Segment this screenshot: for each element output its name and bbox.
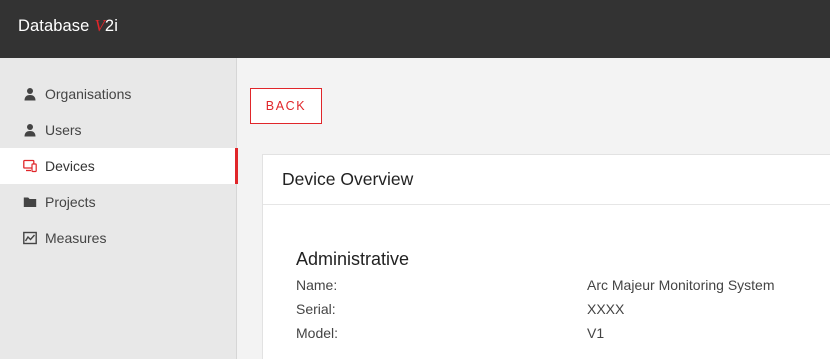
- main-content: BACK Device Overview Administrative Name…: [238, 58, 830, 359]
- card-title: Device Overview: [263, 155, 830, 205]
- user-icon: [22, 87, 37, 102]
- sidebar-item-label: Organisations: [45, 86, 132, 102]
- field-row-model: Model: V1: [296, 325, 830, 345]
- field-row-name: Name: Arc Majeur Monitoring System: [296, 277, 830, 297]
- sidebar-item-label: Users: [45, 122, 82, 138]
- app-title-main: Database: [18, 17, 90, 35]
- section-title-administrative: Administrative: [296, 249, 410, 269]
- sidebar-item-devices[interactable]: Devices: [0, 148, 238, 184]
- field-value: XXXX: [587, 301, 625, 317]
- back-button[interactable]: BACK: [250, 88, 322, 124]
- user-icon: [22, 123, 37, 138]
- folder-icon: [22, 195, 37, 210]
- field-value: Arc Majeur Monitoring System: [587, 277, 775, 293]
- sidebar-item-measures[interactable]: Measures: [0, 220, 237, 256]
- field-label: Model:: [296, 325, 339, 341]
- app-title-suffix: 2i: [104, 17, 118, 35]
- app-title-v: V: [94, 16, 105, 35]
- devices-icon: [22, 159, 37, 174]
- field-row-serial: Serial: XXXX: [296, 301, 830, 321]
- sidebar: Organisations Users Devices Projects Mea…: [0, 58, 238, 359]
- sidebar-item-users[interactable]: Users: [0, 112, 237, 148]
- app-title[interactable]: Database V2i: [18, 16, 118, 36]
- sidebar-item-label: Measures: [45, 230, 107, 246]
- field-label: Serial:: [296, 301, 336, 317]
- top-bar: Database V2i: [0, 0, 830, 58]
- sidebar-item-projects[interactable]: Projects: [0, 184, 237, 220]
- chart-line-icon: [22, 231, 37, 246]
- sidebar-item-organisations[interactable]: Organisations: [0, 76, 237, 112]
- sidebar-item-label: Devices: [45, 158, 95, 174]
- field-label: Name:: [296, 277, 338, 293]
- field-value: V1: [587, 325, 605, 341]
- sidebar-item-label: Projects: [45, 194, 96, 210]
- device-overview-card: Device Overview Administrative Name: Arc…: [262, 154, 830, 359]
